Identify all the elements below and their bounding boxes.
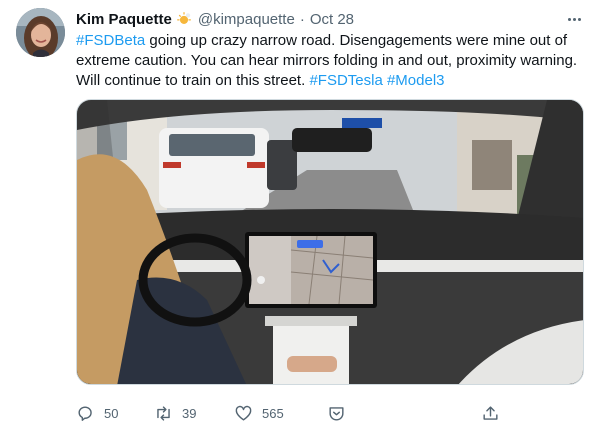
tweet-text: #FSDBeta going up crazy narrow road. Dis… — [76, 31, 588, 91]
like-count: 565 — [262, 405, 284, 421]
reply-button[interactable]: 50 — [76, 401, 118, 425]
tweet-header: Kim Paquette @kimpaquette · Oct 28 — [76, 9, 354, 29]
retweet-button[interactable]: 39 — [154, 401, 196, 425]
tweet-actions: 50 39 565 — [76, 401, 506, 425]
video-frame — [77, 100, 583, 384]
bookmark-button[interactable] — [327, 401, 346, 425]
retweet-count: 39 — [182, 405, 197, 421]
shield-bookmark-icon — [329, 406, 344, 421]
reply-count: 50 — [104, 405, 119, 421]
more-dot-icon — [572, 17, 576, 21]
more-dot-icon — [567, 17, 571, 21]
heart-icon — [235, 405, 252, 421]
hashtag-link[interactable]: #FSDBeta — [76, 32, 145, 49]
tweet-date[interactable]: Oct 28 — [310, 11, 354, 28]
sun-badge-icon — [176, 12, 191, 24]
reply-icon — [78, 405, 92, 421]
more-options-button[interactable] — [562, 8, 586, 30]
more-dot-icon — [577, 17, 581, 21]
author-handle[interactable]: @kimpaquette — [198, 11, 295, 28]
hashtag-link[interactable]: #Model3 — [387, 72, 445, 89]
author-name[interactable]: Kim Paquette — [76, 11, 172, 28]
avatar-image — [16, 8, 65, 57]
share-icon — [483, 405, 498, 420]
avatar[interactable] — [16, 8, 65, 57]
like-button[interactable]: 565 — [234, 401, 284, 425]
tweet[interactable]: Kim Paquette @kimpaquette · Oct 28 #FSDB… — [0, 0, 600, 440]
video-player[interactable] — [76, 99, 584, 385]
header-separator: · — [299, 10, 305, 28]
share-button[interactable] — [481, 401, 500, 425]
retweet-icon — [157, 405, 170, 421]
hashtag-link[interactable]: #FSDTesla — [309, 72, 382, 89]
